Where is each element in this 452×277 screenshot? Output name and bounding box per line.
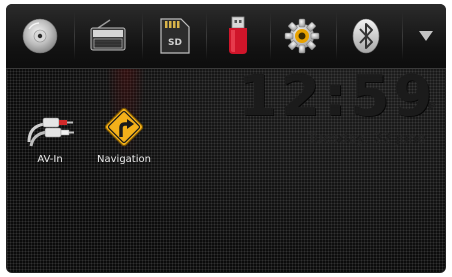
clock-ampm: P [427, 100, 436, 113]
clock-widget: 12:59 P [228, 64, 436, 129]
separator [270, 12, 271, 60]
app-navigation[interactable]: Navigation [84, 104, 164, 165]
separator [74, 12, 75, 60]
separator [336, 12, 337, 60]
radio-icon[interactable] [88, 16, 128, 56]
clock-date: Tuesday, 22 june [307, 131, 426, 147]
clock-time: 12:59 [238, 64, 437, 129]
bluetooth-icon[interactable] [346, 16, 386, 56]
sd-card-icon[interactable]: SD [154, 16, 194, 56]
av-cable-icon [25, 104, 75, 150]
svg-text:SD: SD [168, 38, 182, 48]
app-av-in[interactable]: AV-In [10, 104, 90, 165]
navigation-sign-icon [99, 104, 149, 150]
head-unit-screen: SD 12:59 P Tuesday, 22 june AV-In Naviga… [6, 4, 446, 273]
chevron-down-icon[interactable] [408, 16, 444, 56]
usb-icon[interactable] [218, 16, 258, 56]
top-source-bar: SD [6, 4, 446, 69]
settings-gear-icon[interactable] [282, 16, 322, 56]
app-label: AV-In [37, 154, 63, 165]
separator [142, 12, 143, 60]
app-label: Navigation [97, 154, 151, 165]
separator [206, 12, 207, 60]
disc-icon[interactable] [20, 16, 60, 56]
separator [402, 12, 403, 60]
